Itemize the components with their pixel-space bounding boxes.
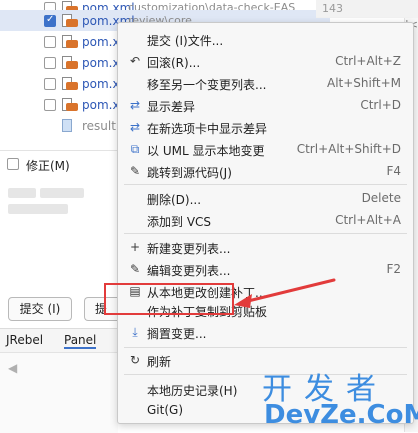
commit-message-text xyxy=(8,204,68,214)
xml-file-icon xyxy=(62,55,78,70)
menu-item-rollback[interactable]: ↶ 回滚(R)... Ctrl+Alt+Z xyxy=(118,50,413,72)
editor-gutter: 143 xyxy=(316,0,418,18)
menu-item-shortcut: Delete xyxy=(361,191,401,205)
menu-item-shortcut: Ctrl+Alt+A xyxy=(335,213,401,227)
shelve-icon: ⤓ xyxy=(132,325,138,339)
commit-button[interactable]: 提交 (I) xyxy=(8,297,72,321)
amend-label: 修正(M) xyxy=(26,159,70,173)
menu-item-delete[interactable]: 删除(D)... Delete xyxy=(118,187,413,209)
jump-source-icon: ✎ xyxy=(129,164,141,178)
menu-item-commit-file[interactable]: 提交 (I)文件... xyxy=(118,28,413,50)
annotation-arrow-icon xyxy=(234,278,336,308)
file-name: pom.x xyxy=(82,34,120,49)
rollback-icon: ↶ xyxy=(129,54,141,68)
xml-file-icon xyxy=(62,13,78,28)
menu-item-label: 本地历史记录(H) xyxy=(147,384,238,398)
back-arrow-icon[interactable]: ◀ xyxy=(8,361,17,375)
menu-item-label: 以 UML 显示本地变更 xyxy=(147,144,265,158)
menu-item-shortcut: Alt+Shift+M xyxy=(327,76,401,90)
menu-item-shortcut: Ctrl+Alt+Z xyxy=(335,54,401,68)
file-name: pom.x xyxy=(82,55,120,70)
menu-item-jump-to-source[interactable]: ✎ 跳转到源代码(J) F4 xyxy=(118,160,413,182)
menu-separator xyxy=(124,184,407,185)
diff-icon: ⇄ xyxy=(129,98,141,112)
amend-checkbox[interactable] xyxy=(7,158,19,170)
menu-item-shortcut: Ctrl+D xyxy=(360,98,401,112)
file-checkbox[interactable] xyxy=(44,56,56,69)
menu-item-label: 添加到 VCS xyxy=(147,215,212,229)
menu-separator xyxy=(124,347,407,348)
line-number: 143 xyxy=(322,2,343,15)
commit-message-text xyxy=(8,188,36,198)
xml-file-icon xyxy=(62,34,78,49)
menu-item-move-to-changelist[interactable]: 移至另一个变更列表... Alt+Shift+M xyxy=(118,72,413,94)
menu-item-label: 显示差异 xyxy=(147,100,196,114)
menu-item-diff-new-tab[interactable]: ⇄ 在新选项卡中显示差异 xyxy=(118,116,413,138)
menu-item-shortcut: F2 xyxy=(386,262,401,276)
file-checkbox[interactable] xyxy=(44,77,56,90)
file-name: result xyxy=(82,118,116,133)
menu-item-shortcut: Ctrl+Alt+Shift+D xyxy=(296,142,401,156)
tab-jrebel[interactable]: JRebel xyxy=(6,333,43,347)
watermark-logo: 开发者 DevZe.CoM xyxy=(262,364,418,430)
file-name: pom.x xyxy=(82,76,120,91)
annotation-highlight-box xyxy=(104,283,234,315)
menu-item-label: 提交 (I)文件... xyxy=(147,34,224,48)
menu-item-label: 回滚(R)... xyxy=(147,56,201,70)
amend-option[interactable]: 修正(M) xyxy=(0,150,118,177)
file-checkbox[interactable] xyxy=(44,14,56,27)
menu-item-shelve-changes[interactable]: ⤓ 搁置变更... xyxy=(118,321,413,343)
menu-separator xyxy=(124,233,407,234)
tool-window-body: ◀ xyxy=(0,352,118,433)
menu-item-label: 编辑变更列表... xyxy=(147,264,231,278)
file-checkbox[interactable] xyxy=(44,98,56,111)
file-name: pom.x xyxy=(82,97,120,112)
menu-item-show-diff[interactable]: ⇄ 显示差异 Ctrl+D xyxy=(118,94,413,116)
menu-item-label: 刷新 xyxy=(147,355,172,369)
menu-item-label: 新建变更列表... xyxy=(147,242,231,256)
menu-item-new-changelist[interactable]: + 新建变更列表... xyxy=(118,236,413,258)
commit-message-text xyxy=(40,188,84,198)
menu-item-add-to-vcs[interactable]: 添加到 VCS Ctrl+Alt+A xyxy=(118,209,413,231)
xml-file-icon xyxy=(62,76,78,91)
menu-item-label: 在新选项卡中显示差异 xyxy=(147,122,268,136)
tool-window-tabs: JRebel Panel xyxy=(0,328,118,353)
refresh-icon: ↻ xyxy=(129,353,141,367)
menu-item-label: Git(G) xyxy=(147,403,183,417)
diff-new-tab-icon: ⇄ xyxy=(129,120,141,134)
menu-item-uml-changes[interactable]: ⧉ 以 UML 显示本地变更 Ctrl+Alt+Shift+D xyxy=(118,138,413,160)
menu-item-shortcut: F4 xyxy=(386,164,401,178)
uml-icon: ⧉ xyxy=(130,142,140,156)
file-checkbox[interactable] xyxy=(44,35,56,48)
menu-item-label: 跳转到源代码(J) xyxy=(147,166,232,180)
menu-item-label: 删除(D)... xyxy=(147,193,202,207)
edit-icon: ✎ xyxy=(129,262,141,276)
menu-item-label: 搁置变更... xyxy=(147,327,207,341)
folder-icon xyxy=(62,118,78,133)
watermark-en: DevZe.CoM xyxy=(264,400,418,430)
plus-icon: + xyxy=(129,240,141,254)
xml-file-icon xyxy=(62,97,78,112)
tab-panel[interactable]: Panel xyxy=(64,333,97,349)
menu-item-label: 移至另一个变更列表... xyxy=(147,78,267,92)
